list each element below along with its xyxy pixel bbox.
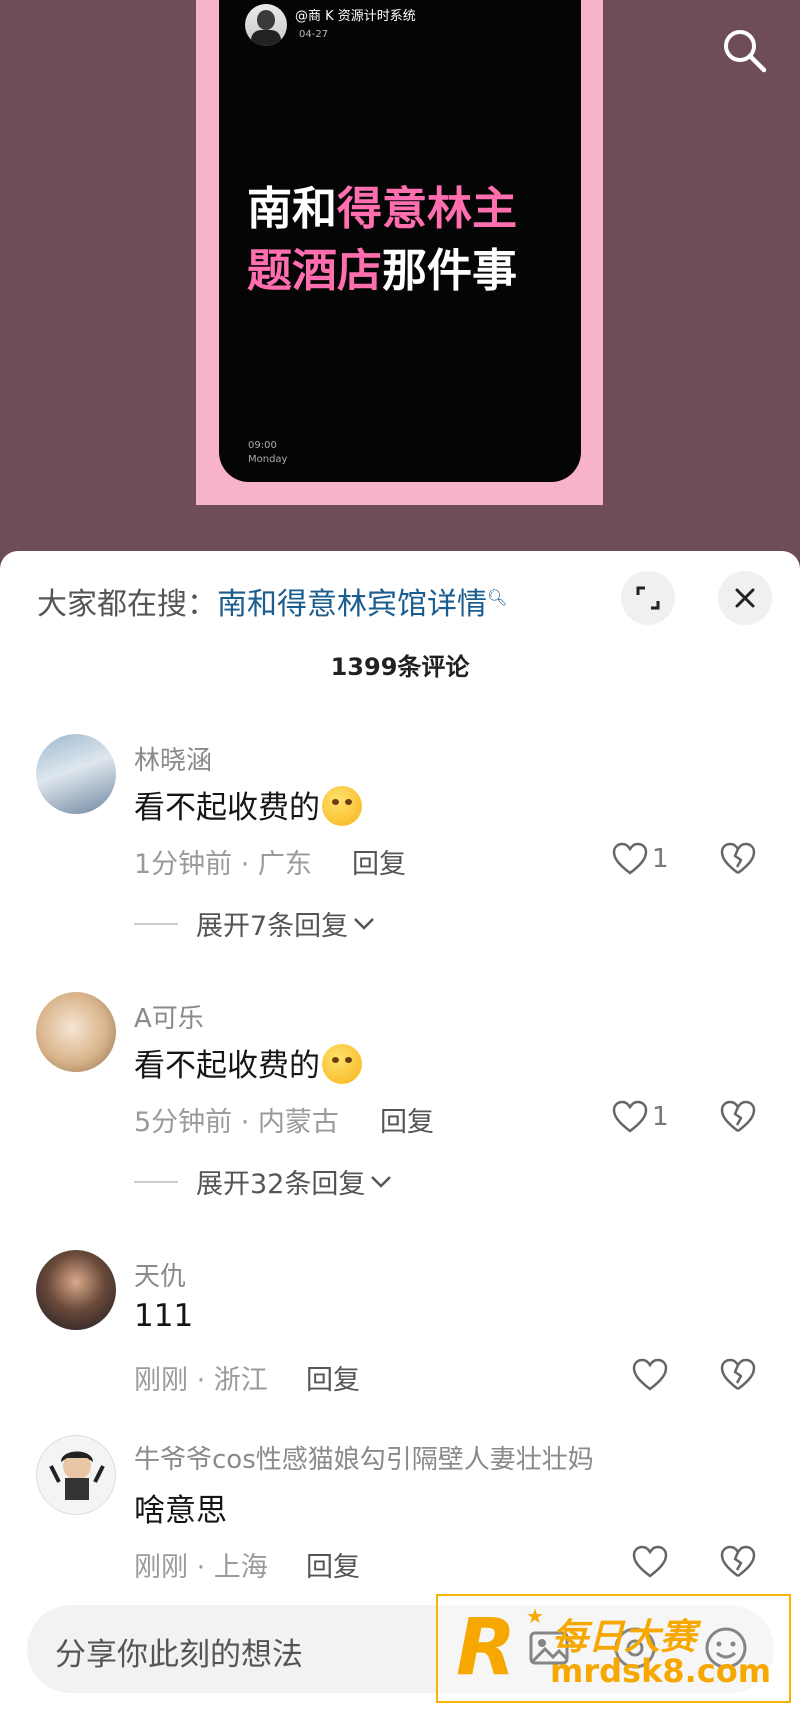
comment-text: 看不起收费的	[134, 1040, 362, 1085]
reply-button[interactable]: 回复	[380, 1100, 434, 1139]
chevron-down-icon	[371, 1175, 392, 1188]
video-author: @商 K 资源计时系统	[295, 9, 416, 24]
search-icon[interactable]	[720, 26, 770, 76]
broken-heart-icon	[720, 1545, 756, 1577]
hot-search-prefix: 大家都在搜：	[37, 587, 217, 622]
expand-button[interactable]	[621, 571, 675, 625]
star-icon: ★	[526, 1604, 544, 1628]
avatar[interactable]	[36, 1435, 116, 1515]
dislike-button[interactable]	[720, 1545, 756, 1583]
comment-text: 111	[134, 1298, 194, 1334]
broken-heart-icon	[720, 1358, 756, 1390]
divider	[134, 1180, 178, 1183]
like-button[interactable]: 1	[612, 842, 669, 876]
expand-replies[interactable]: 展开32条回复	[134, 1162, 393, 1201]
avatar[interactable]	[36, 734, 116, 814]
author-avatar	[245, 4, 287, 46]
title-part-3: 题酒店	[247, 244, 383, 297]
expand-replies[interactable]: 展开7条回复	[134, 904, 376, 943]
heart-icon	[612, 1100, 648, 1133]
close-icon	[735, 588, 755, 608]
title-part-4: 那件事	[382, 244, 518, 297]
title-part-1: 南和	[247, 182, 338, 235]
video-clock: 09:00 Monday	[248, 439, 287, 467]
comment-author[interactable]: A可乐	[134, 998, 204, 1035]
reply-button[interactable]: 回复	[306, 1545, 360, 1584]
comment-sheet: 大家都在搜：南和得意林宾馆详情🔍︎ 1399条评论 林晓涵 看不起收费的 1分钟…	[0, 551, 800, 1712]
comment-author[interactable]: 天仇	[134, 1256, 186, 1293]
like-count: 1	[652, 844, 669, 874]
comment-text-body: 看不起收费的	[134, 790, 320, 826]
comment-meta: 5分钟前 · 内蒙古	[134, 1107, 339, 1138]
video-title: 南和得意林主题酒店那件事	[247, 178, 547, 302]
expand-icon	[636, 586, 660, 610]
comment-meta: 刚刚 · 浙江	[134, 1365, 268, 1396]
comment-meta: 1分钟前 · 广东	[134, 849, 312, 880]
like-button[interactable]	[632, 1358, 668, 1392]
weekday-text: Monday	[248, 454, 288, 465]
expand-replies-label: 展开7条回复	[196, 911, 349, 942]
heart-icon	[632, 1545, 668, 1578]
like-count: 1	[652, 1102, 669, 1132]
broken-heart-icon	[720, 1100, 756, 1132]
clock-text: 09:00	[248, 440, 277, 451]
close-button[interactable]	[718, 571, 772, 625]
reply-button[interactable]: 回复	[306, 1358, 360, 1397]
heart-icon	[612, 842, 648, 875]
video-date: 04-27	[299, 29, 329, 40]
watermark-logo: R ★ 每日大赛 mrdsk8.com	[436, 1594, 791, 1703]
like-button[interactable]: 1	[612, 1100, 669, 1134]
video-backdrop: @商 K 资源计时系统 04-27 南和得意林主题酒店那件事 09:00 Mon…	[0, 0, 800, 560]
comment-text: 啥意思	[134, 1493, 227, 1529]
watermark-letter: R	[456, 1603, 517, 1693]
hot-search-link[interactable]: 南和得意林宾馆详情	[217, 587, 487, 622]
dislike-button[interactable]	[720, 1100, 756, 1138]
emoji-icon	[322, 1044, 362, 1084]
comment-meta: 刚刚 · 上海	[134, 1552, 268, 1583]
cartoon-avatar-icon	[49, 1451, 105, 1500]
emoji-icon	[322, 786, 362, 826]
comment-text: 看不起收费的	[134, 782, 362, 827]
divider	[134, 922, 178, 925]
heart-icon	[632, 1358, 668, 1391]
chevron-down-icon	[354, 917, 375, 930]
avatar[interactable]	[36, 992, 116, 1072]
small-search-icon: 🔍︎	[487, 588, 508, 607]
dislike-button[interactable]	[720, 1358, 756, 1396]
expand-replies-label: 展开32条回复	[196, 1169, 366, 1200]
comment-input-placeholder: 分享你此刻的想法	[55, 1637, 303, 1673]
reply-button[interactable]: 回复	[352, 842, 406, 881]
video-card[interactable]: @商 K 资源计时系统 04-27 南和得意林主题酒店那件事 09:00 Mon…	[219, 0, 581, 482]
comment-author[interactable]: 林晓涵	[134, 740, 212, 777]
broken-heart-icon	[720, 842, 756, 874]
comment-text-body: 看不起收费的	[134, 1048, 320, 1084]
avatar[interactable]	[36, 1250, 116, 1330]
dislike-button[interactable]	[720, 842, 756, 880]
title-part-2: 得意林主	[337, 182, 518, 235]
comment-count: 1399条评论	[330, 653, 470, 681]
comment-author[interactable]: 牛爷爷cos性感猫娘勾引隔壁人妻壮壮妈	[134, 1439, 594, 1476]
watermark-url: mrdsk8.com	[550, 1652, 772, 1690]
hot-search[interactable]: 大家都在搜：南和得意林宾馆详情🔍︎	[37, 579, 507, 623]
like-button[interactable]	[632, 1545, 668, 1579]
